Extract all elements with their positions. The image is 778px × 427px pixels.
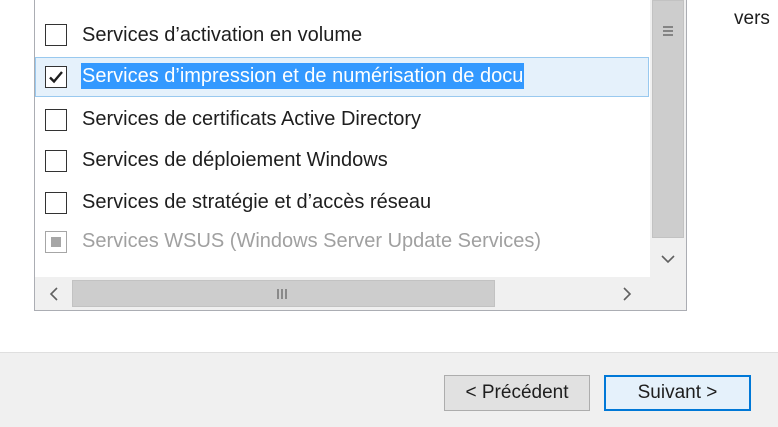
checkbox-print-scan[interactable] [45, 66, 67, 88]
description-text: vers [734, 8, 770, 29]
previous-button[interactable]: < Précédent [444, 375, 590, 411]
chevron-right-icon [623, 287, 632, 301]
chevron-left-icon [49, 287, 58, 301]
checkbox-certificates[interactable] [45, 109, 67, 131]
scroll-right-button[interactable] [615, 282, 639, 306]
scrollbar-corner [650, 277, 686, 310]
grip-icon [663, 26, 673, 36]
feature-label: Services de stratégie et d’accès réseau [82, 191, 432, 213]
feature-label: Services d’activation en volume [82, 24, 363, 46]
next-button[interactable]: Suivant > [604, 375, 751, 411]
checkbox-deployment[interactable] [45, 150, 67, 172]
checkmark-icon [49, 71, 63, 84]
checkbox-network-policy[interactable] [45, 192, 67, 214]
feature-label: Services WSUS (Windows Server Update Ser… [82, 230, 542, 252]
horizontal-scroll-thumb[interactable] [72, 280, 495, 307]
vertical-scroll-thumb[interactable] [652, 0, 684, 238]
feature-label: Services de déploiement Windows [82, 149, 388, 171]
grip-icon [277, 289, 287, 299]
scroll-left-button[interactable] [42, 282, 66, 306]
chevron-down-icon [661, 255, 675, 264]
feature-label: Services d’impression et de numérisation… [81, 63, 525, 89]
feature-label: Services de certificats Active Directory [82, 108, 421, 130]
scroll-down-button[interactable] [656, 247, 680, 271]
checkbox-wsus[interactable] [45, 231, 67, 253]
checkbox-activation[interactable] [45, 24, 67, 46]
